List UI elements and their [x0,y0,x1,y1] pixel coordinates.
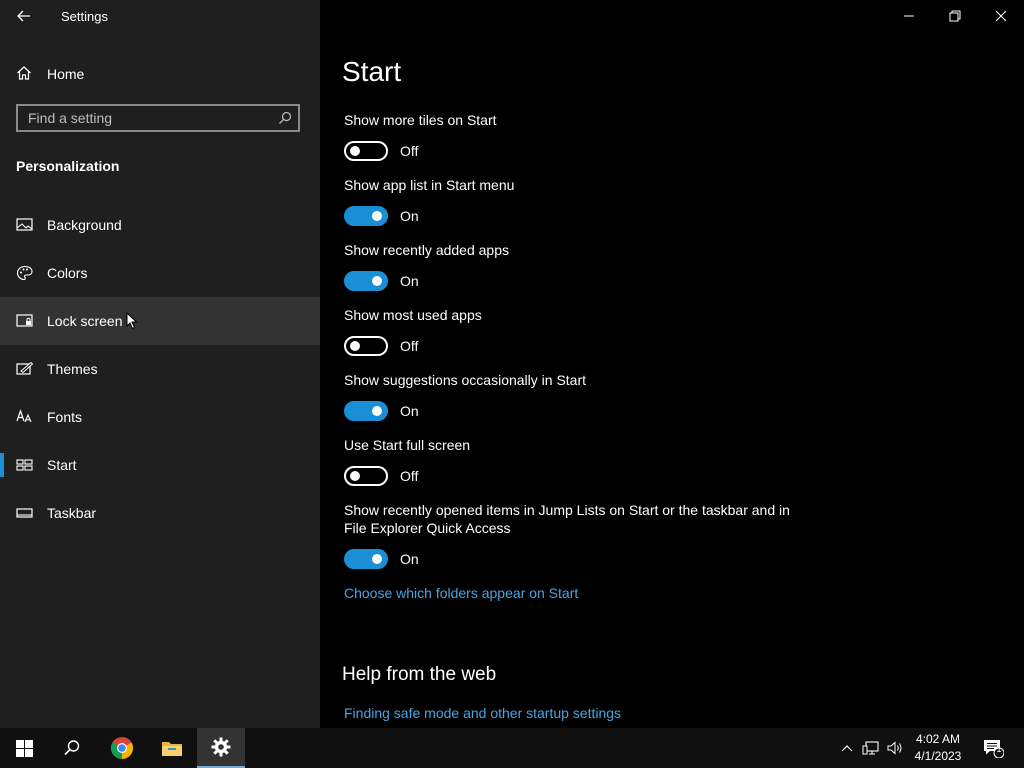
setting-label: Show most used apps [344,307,482,323]
search-box[interactable] [16,104,300,132]
clock-time: 4:02 AM [915,732,961,746]
sidebar-item-label: Start [47,457,77,473]
home-icon [16,65,32,86]
setting-suggestions: Show suggestions occasionally in Start O… [344,371,804,423]
restore-button[interactable] [932,0,978,32]
minimize-button[interactable] [886,0,932,32]
clock[interactable]: 4:02 AM 4/1/2023 [904,731,972,765]
app-title: Settings [61,9,108,24]
taskbar: 4:02 AM 4/1/2023 1 [0,728,1024,768]
home-label: Home [47,66,85,82]
setting-more-tiles: Show more tiles on Start Off [344,111,804,163]
sidebar-item-start[interactable]: Start [0,441,320,489]
file-explorer-taskbar-button[interactable] [148,728,196,768]
chevron-up-icon [841,745,853,752]
section-title: Personalization [16,158,120,174]
sidebar-item-label: Colors [47,265,88,281]
toggle-state: On [400,208,419,224]
image-icon [16,217,34,233]
taskbar-icon [16,505,34,521]
help-section-title: Help from the web [342,664,497,685]
back-arrow-icon [17,10,30,22]
gear-icon [211,737,231,757]
close-icon [995,10,1007,22]
sidebar-item-label: Background [47,217,122,233]
toggle-state: Off [400,338,419,354]
show-hidden-icons-button[interactable] [836,728,858,768]
setting-recently-added: Show recently added apps On [344,241,804,293]
sidebar-item-label: Themes [47,361,98,377]
close-button[interactable] [978,0,1024,32]
page-title: Start [342,56,402,87]
toggle-state: On [400,551,419,567]
setting-jump-lists: Show recently opened items in Jump Lists… [344,501,804,571]
settings-taskbar-button[interactable] [197,728,245,768]
setting-label: Use Start full screen [344,437,471,453]
search-icon[interactable] [278,111,292,130]
volume-button[interactable] [884,728,906,768]
safe-mode-help-link[interactable]: Finding safe mode and other startup sett… [344,705,621,721]
setting-app-list: Show app list in Start menu On [344,176,804,228]
clock-date: 4/1/2023 [914,749,962,763]
jump-lists-toggle[interactable] [344,549,388,569]
toggle-state: On [400,403,419,419]
folder-icon [162,742,182,756]
setting-label: Show suggestions occasionally in Start [344,372,587,388]
windows-logo-icon [15,739,33,757]
mouse-cursor-icon [126,311,138,335]
most-used-toggle[interactable] [344,336,388,356]
home-nav-item[interactable]: Home [0,56,320,90]
more-tiles-toggle[interactable] [344,141,388,161]
network-button[interactable] [860,728,882,768]
setting-label: Show more tiles on Start [344,112,497,128]
back-button[interactable] [10,4,38,28]
taskbar-search-button[interactable] [48,728,96,768]
recently-added-toggle[interactable] [344,271,388,291]
chrome-icon [111,737,133,759]
main-content: Start Show more tiles on Start Off Show … [320,0,1024,728]
sidebar-item-background[interactable]: Background [0,201,320,249]
app-list-toggle[interactable] [344,206,388,226]
setting-most-used: Show most used apps Off [344,306,804,358]
speaker-icon [887,741,902,755]
setting-label: Show recently opened items in Jump Lists… [344,502,790,536]
toggle-state: Off [400,468,419,484]
sidebar-item-label: Taskbar [47,505,97,521]
search-icon [64,740,80,756]
fonts-icon [16,409,34,425]
restore-icon [949,10,961,22]
sidebar-item-fonts[interactable]: Fonts [0,393,320,441]
choose-folders-link[interactable]: Choose which folders appear on Start [344,585,578,601]
notification-count-badge: 1 [996,744,1002,754]
title-bar: Settings [0,0,320,32]
start-icon [16,457,34,473]
sidebar: Settings Home Personalization Background… [0,0,320,728]
sidebar-item-taskbar[interactable]: Taskbar [0,489,320,537]
themes-icon [16,361,34,377]
minimize-icon [904,15,914,17]
sidebar-item-themes[interactable]: Themes [0,345,320,393]
toggle-state: Off [400,143,419,159]
setting-full-screen: Use Start full screen Off [344,436,804,488]
network-icon [862,741,879,755]
full-screen-toggle[interactable] [344,466,388,486]
toggle-state: On [400,273,419,289]
chrome-taskbar-button[interactable] [98,728,146,768]
setting-label: Show app list in Start menu [344,177,515,193]
search-input[interactable] [18,105,270,131]
palette-icon [16,265,34,281]
sidebar-item-label: Fonts [47,409,83,425]
sidebar-item-label: Lock screen [47,313,123,329]
setting-label: Show recently added apps [344,242,509,258]
start-button[interactable] [0,728,48,768]
selection-indicator [0,453,4,477]
suggestions-toggle[interactable] [344,401,388,421]
lock-screen-icon [16,313,34,329]
sidebar-item-colors[interactable]: Colors [0,249,320,297]
sidebar-item-lock-screen[interactable]: Lock screen [0,297,320,345]
action-center-button[interactable]: 1 [978,728,1008,768]
